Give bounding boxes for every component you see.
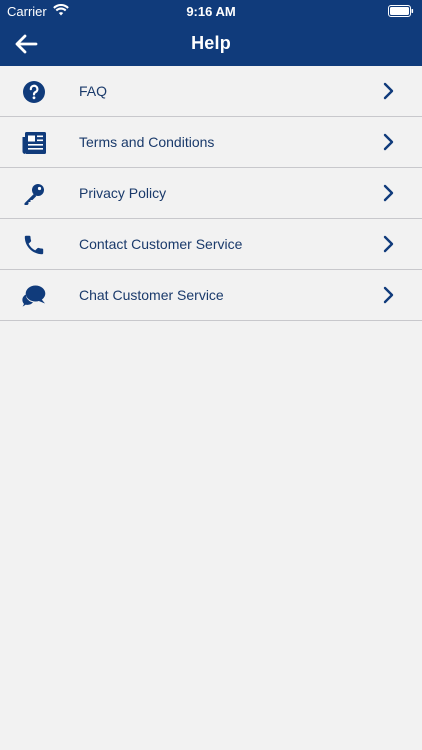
menu-item-label: Terms and Conditions xyxy=(79,134,215,150)
menu-item-label: Contact Customer Service xyxy=(79,236,243,252)
chevron-right-icon xyxy=(381,133,395,151)
chevron-right-icon xyxy=(381,235,395,253)
menu-item-contact[interactable]: Contact Customer Service xyxy=(0,219,422,270)
menu-item-terms[interactable]: Terms and Conditions xyxy=(0,117,422,168)
header: Carrier 9:16 AM Help xyxy=(0,0,422,66)
battery-icon xyxy=(388,5,414,17)
chat-bubbles-icon xyxy=(21,283,47,309)
question-circle-icon xyxy=(21,79,47,105)
status-bar: Carrier 9:16 AM xyxy=(0,0,422,22)
menu-item-label: Chat Customer Service xyxy=(79,287,224,303)
help-screen: Carrier 9:16 AM Help FAQ Terms and Condi… xyxy=(0,0,422,750)
key-icon xyxy=(21,181,47,207)
menu-item-faq[interactable]: FAQ xyxy=(0,66,422,117)
clock: 9:16 AM xyxy=(186,4,236,19)
menu-item-label: Privacy Policy xyxy=(79,185,167,201)
phone-icon xyxy=(21,232,47,258)
help-menu-list: FAQ Terms and Conditions Privacy Policy … xyxy=(0,66,422,321)
navigation-bar: Help xyxy=(0,22,422,66)
page-title: Help xyxy=(191,33,231,53)
menu-item-privacy[interactable]: Privacy Policy xyxy=(0,168,422,219)
chevron-right-icon xyxy=(381,286,395,304)
chevron-right-icon xyxy=(381,82,395,100)
chevron-right-icon xyxy=(381,184,395,202)
document-icon xyxy=(21,130,47,156)
menu-item-chat[interactable]: Chat Customer Service xyxy=(0,270,422,321)
menu-item-label: FAQ xyxy=(79,83,108,99)
